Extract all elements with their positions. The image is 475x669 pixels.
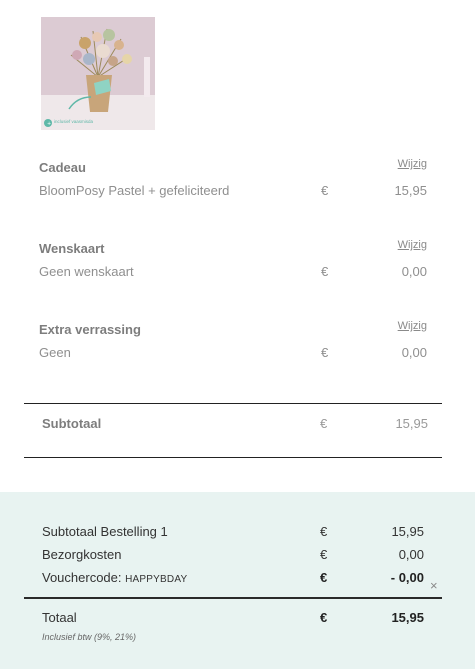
edit-extra-link[interactable]: Wijzig (398, 320, 427, 332)
currency-symbol: € (321, 183, 329, 198)
divider (24, 403, 442, 404)
voucher-discount: - 0,00 (390, 570, 424, 585)
image-badge-text: inclusief vaasmisda (54, 119, 94, 124)
svg-text:+: + (47, 121, 51, 127)
total-divider (24, 597, 442, 599)
total-price: 15,95 (391, 610, 424, 625)
section-description: Geen wenskaart (39, 264, 134, 279)
edit-card-link[interactable]: Wijzig (398, 239, 427, 251)
divider (24, 457, 442, 458)
voucher-label: Vouchercode: HAPPYBDAY (42, 570, 187, 585)
summary-label: Bezorgkosten (42, 547, 122, 562)
summary-price: 0,00 (398, 547, 424, 562)
total-label: Totaal (42, 610, 77, 625)
summary-label: Subtotaal Bestelling 1 (42, 524, 168, 539)
subtotal-price: 15,95 (395, 416, 428, 431)
vat-note: Inclusief btw (9%, 21%) (42, 632, 137, 642)
section-title: Wenskaart (39, 241, 105, 256)
section-price: 15,95 (394, 183, 427, 198)
product-image: + inclusief vaasmisda (41, 17, 155, 130)
voucher-label-text: Vouchercode: (42, 570, 126, 585)
edit-gift-link[interactable]: Wijzig (398, 158, 427, 170)
summary-price: 15,95 (391, 524, 424, 539)
section-price: 0,00 (401, 345, 427, 360)
currency-symbol: € (321, 345, 329, 360)
voucher-code: HAPPYBDAY (125, 574, 188, 585)
section-description: Geen (39, 345, 71, 360)
subtotal-label: Subtotaal (42, 416, 102, 431)
currency-symbol: € (320, 547, 328, 562)
section-price: 0,00 (401, 264, 427, 279)
currency-symbol: € (320, 524, 328, 539)
section-title: Extra verrassing (39, 322, 141, 337)
section-title: Cadeau (39, 160, 86, 175)
currency-symbol: € (321, 264, 329, 279)
section-description: BloomPosy Pastel + gefeliciteerd (39, 183, 230, 198)
currency-symbol: € (320, 570, 328, 585)
currency-symbol: € (320, 610, 328, 625)
remove-voucher-icon[interactable]: × (430, 578, 438, 593)
subtotal-currency: € (320, 416, 328, 431)
